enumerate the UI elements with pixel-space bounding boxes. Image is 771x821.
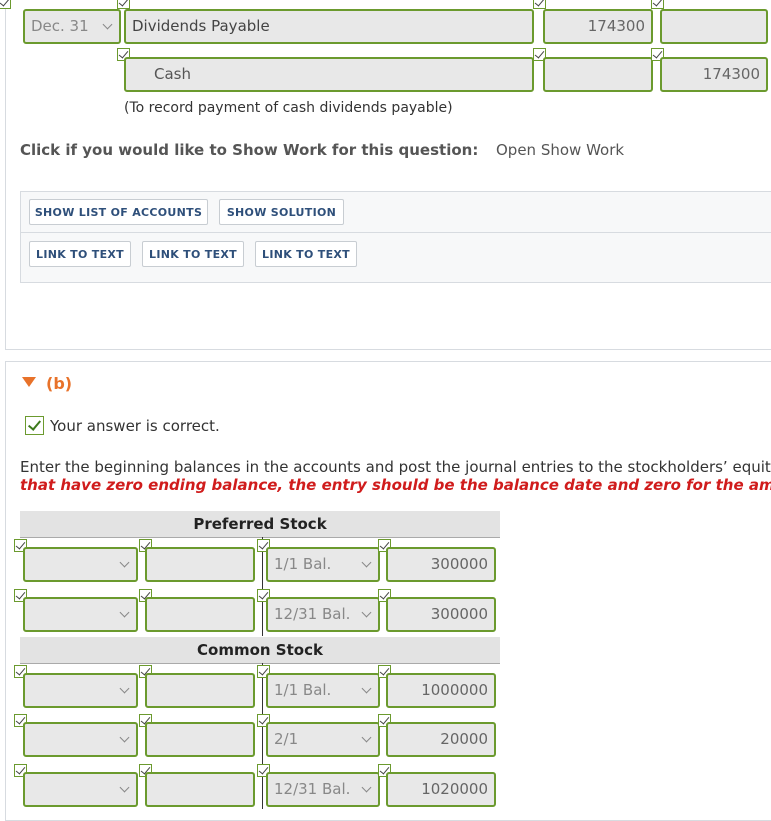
amount-value: 1020000 xyxy=(421,780,488,798)
credit-value: 174300 xyxy=(702,65,760,83)
check-icon xyxy=(651,0,664,9)
amount-field[interactable] xyxy=(145,772,255,807)
show-list-of-accounts-button[interactable]: SHOW LIST OF ACCOUNTS xyxy=(29,199,208,225)
common-stock-header: Common Stock xyxy=(20,637,500,663)
amount-field[interactable] xyxy=(145,722,255,757)
show-solution-button[interactable]: SHOW SOLUTION xyxy=(219,199,344,225)
open-show-work-link[interactable]: Open Show Work xyxy=(496,141,624,159)
amount-field[interactable] xyxy=(145,547,255,582)
chevron-down-icon xyxy=(119,607,130,618)
amount-value: 300000 xyxy=(430,605,488,623)
chevron-down-icon xyxy=(102,19,113,30)
amount-field[interactable]: 1000000 xyxy=(386,673,496,708)
date-select[interactable] xyxy=(23,597,138,632)
date-select[interactable] xyxy=(23,673,138,708)
debit-field[interactable] xyxy=(543,57,653,92)
account-field[interactable]: Dividends Payable xyxy=(124,9,534,44)
chevron-down-icon xyxy=(361,782,372,793)
date-select[interactable]: 2/1 xyxy=(266,722,380,757)
preferred-stock-header: Preferred Stock xyxy=(20,511,500,537)
amount-field[interactable] xyxy=(145,597,255,632)
entry-explanation: (To record payment of cash dividends pay… xyxy=(124,100,453,116)
chevron-down-icon xyxy=(361,607,372,618)
divider xyxy=(21,232,771,233)
amount-field[interactable]: 300000 xyxy=(386,597,496,632)
amount-value: 1000000 xyxy=(421,681,488,699)
date-select[interactable]: 12/31 Bal. xyxy=(266,772,380,807)
collapse-triangle-icon[interactable] xyxy=(22,377,36,387)
instructions-note: that have zero ending balance, the entry… xyxy=(20,476,771,494)
date-select[interactable]: 1/1 Bal. xyxy=(266,673,380,708)
date-select[interactable]: 12/31 Bal. xyxy=(266,597,380,632)
chevron-down-icon xyxy=(119,683,130,694)
account-field[interactable]: Cash xyxy=(124,57,534,92)
amount-value: 20000 xyxy=(440,730,488,748)
chevron-down-icon xyxy=(119,782,130,793)
t-account-line xyxy=(20,663,500,664)
amount-field[interactable] xyxy=(145,673,255,708)
t-account-divider xyxy=(262,663,263,809)
date-value: Dec. 31 xyxy=(31,17,89,35)
date-select[interactable] xyxy=(23,547,138,582)
check-icon xyxy=(117,0,130,9)
debit-field[interactable]: 174300 xyxy=(543,9,653,44)
date-select[interactable] xyxy=(23,722,138,757)
amount-field[interactable]: 1020000 xyxy=(386,772,496,807)
resource-buttons: SHOW LIST OF ACCOUNTS SHOW SOLUTION LINK… xyxy=(20,191,771,283)
amount-field[interactable]: 20000 xyxy=(386,722,496,757)
check-icon xyxy=(0,0,11,9)
date-value: 1/1 Bal. xyxy=(274,555,332,573)
part-b-label[interactable]: (b) xyxy=(46,374,72,393)
instructions: Enter the beginning balances in the acco… xyxy=(20,458,771,476)
amount-field[interactable]: 300000 xyxy=(386,547,496,582)
credit-field[interactable]: 174300 xyxy=(660,57,768,92)
date-select[interactable]: Dec. 31 xyxy=(23,9,121,44)
chevron-down-icon xyxy=(119,732,130,743)
account-value: Dividends Payable xyxy=(132,17,270,35)
date-value: 1/1 Bal. xyxy=(274,681,332,699)
chevron-down-icon xyxy=(361,557,372,568)
date-value: 2/1 xyxy=(274,730,299,748)
chevron-down-icon xyxy=(361,732,372,743)
link-to-text-button[interactable]: LINK TO TEXT xyxy=(255,241,357,267)
credit-field[interactable] xyxy=(660,9,768,44)
link-to-text-button[interactable]: LINK TO TEXT xyxy=(142,241,244,267)
chevron-down-icon xyxy=(119,557,130,568)
date-value: 12/31 Bal. xyxy=(274,605,351,623)
debit-value: 174300 xyxy=(587,17,645,35)
date-value: 12/31 Bal. xyxy=(274,780,351,798)
chevron-down-icon xyxy=(361,683,372,694)
account-value: Cash xyxy=(154,65,191,83)
answer-status: Your answer is correct. xyxy=(50,417,220,435)
show-work-prompt: Click if you would like to Show Work for… xyxy=(20,141,479,159)
date-select[interactable] xyxy=(23,772,138,807)
link-to-text-button[interactable]: LINK TO TEXT xyxy=(29,241,131,267)
correct-check-icon xyxy=(25,416,44,435)
check-icon xyxy=(533,0,546,9)
t-account-line xyxy=(20,537,500,538)
amount-value: 300000 xyxy=(430,555,488,573)
date-select[interactable]: 1/1 Bal. xyxy=(266,547,380,582)
